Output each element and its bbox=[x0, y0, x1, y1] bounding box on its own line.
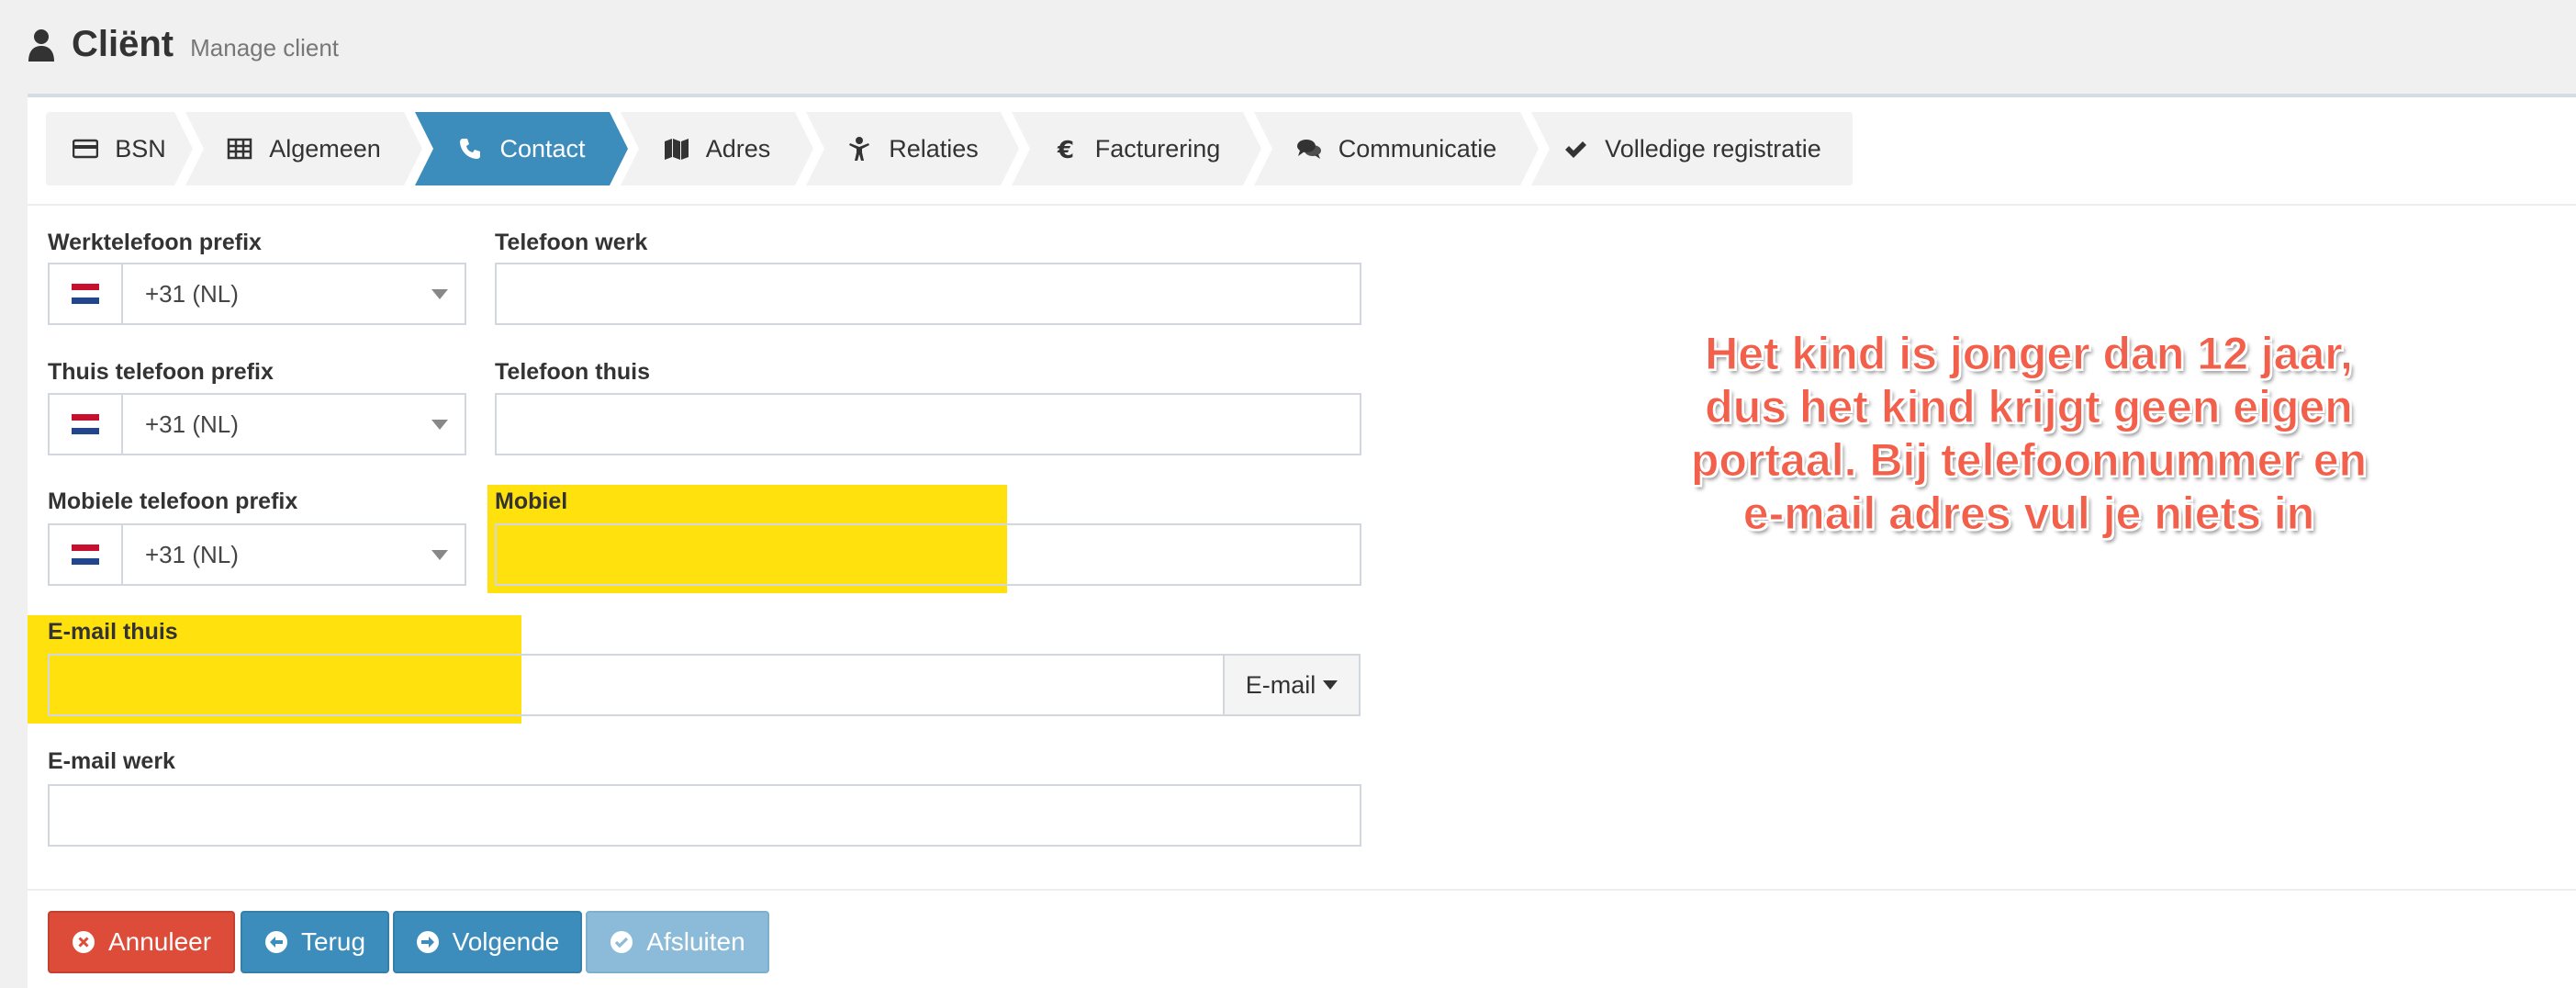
tab-label: Relaties bbox=[889, 134, 979, 163]
tab-communicatie[interactable]: Communicatie bbox=[1254, 112, 1539, 185]
caret-down-icon bbox=[431, 549, 448, 560]
select-value: +31 (NL) bbox=[145, 279, 239, 308]
tab-bsn[interactable]: BSN bbox=[46, 112, 193, 185]
phone-icon bbox=[457, 136, 483, 162]
page-title: Cliënt bbox=[72, 24, 174, 64]
caret-down-icon bbox=[1323, 680, 1338, 690]
email-type-dropdown[interactable]: E-mail bbox=[1223, 654, 1361, 716]
back-button[interactable]: Terug bbox=[241, 911, 389, 973]
credit-card-icon bbox=[73, 136, 98, 162]
tab-label: Algemeen bbox=[269, 134, 381, 163]
table-icon bbox=[227, 136, 252, 162]
times-circle-icon bbox=[72, 931, 95, 953]
label-home-phone: Telefoon thuis bbox=[495, 359, 650, 385]
check-icon bbox=[1565, 141, 1587, 158]
tab-facturering[interactable]: € Facturering bbox=[1012, 112, 1261, 185]
email-work-input[interactable] bbox=[48, 784, 1361, 847]
tab-relaties[interactable]: Relaties bbox=[806, 112, 1019, 185]
arrow-circle-left-icon bbox=[264, 931, 287, 953]
comments-icon bbox=[1296, 136, 1322, 162]
finish-button[interactable]: Afsluiten bbox=[586, 911, 769, 973]
select-value: +31 (NL) bbox=[145, 540, 239, 568]
nl-flag-icon bbox=[72, 414, 99, 434]
caret-down-icon bbox=[431, 288, 448, 299]
select-value: +31 (NL) bbox=[145, 410, 239, 438]
tab-label: Facturering bbox=[1094, 134, 1221, 163]
svg-text:€: € bbox=[1057, 137, 1074, 162]
label-mobile: Mobiel bbox=[495, 488, 568, 514]
label-home-prefix: Thuis telefoon prefix bbox=[48, 359, 274, 385]
work-phone-input[interactable] bbox=[495, 263, 1361, 325]
tab-label: Volledige registratie bbox=[1605, 134, 1821, 163]
map-icon bbox=[664, 136, 689, 162]
home-phone-input[interactable] bbox=[495, 393, 1361, 455]
wizard-steps: BSN Algemeen Contact Adres Relaties € Fa… bbox=[46, 112, 1853, 185]
euro-icon: € bbox=[1053, 136, 1079, 162]
label-email-work: E-mail werk bbox=[48, 748, 175, 774]
tab-label: Contact bbox=[499, 134, 586, 163]
caret-down-icon bbox=[431, 419, 448, 430]
work-prefix-select[interactable]: +31 (NL) bbox=[48, 263, 466, 325]
arrow-circle-right-icon bbox=[416, 931, 439, 953]
divider bbox=[28, 204, 2576, 206]
nl-flag-icon bbox=[72, 545, 99, 565]
annotation-note: Het kind is jonger dan 12 jaar, dus het … bbox=[1690, 328, 2368, 540]
label-email-home: E-mail thuis bbox=[48, 619, 178, 645]
child-icon bbox=[846, 136, 872, 162]
page-subtitle: Manage client bbox=[190, 34, 340, 62]
mobile-input[interactable] bbox=[495, 523, 1361, 586]
tab-adres[interactable]: Adres bbox=[621, 112, 813, 185]
tab-algemeen[interactable]: Algemeen bbox=[185, 112, 422, 185]
label-work-prefix: Werktelefoon prefix bbox=[48, 230, 262, 255]
user-icon bbox=[28, 28, 54, 62]
email-type-label: E-mail bbox=[1245, 670, 1316, 699]
check-circle-icon bbox=[610, 931, 633, 953]
cancel-button[interactable]: Annuleer bbox=[48, 911, 235, 973]
tab-volledige-registratie[interactable]: Volledige registratie bbox=[1531, 112, 1853, 185]
label-mobile-prefix: Mobiele telefoon prefix bbox=[48, 488, 298, 514]
label-work-phone: Telefoon werk bbox=[495, 230, 648, 255]
home-prefix-select[interactable]: +31 (NL) bbox=[48, 393, 466, 455]
divider bbox=[28, 889, 2576, 891]
page-header: Cliënt Manage client bbox=[28, 24, 339, 65]
next-button[interactable]: Volgende bbox=[393, 911, 582, 973]
email-home-input[interactable] bbox=[48, 654, 1225, 716]
nl-flag-icon bbox=[72, 284, 99, 304]
tab-label: Adres bbox=[705, 134, 771, 163]
mobile-prefix-select[interactable]: +31 (NL) bbox=[48, 523, 466, 586]
tab-label: Communicatie bbox=[1338, 134, 1497, 163]
tab-contact[interactable]: Contact bbox=[415, 112, 628, 185]
client-card: BSN Algemeen Contact Adres Relaties € Fa… bbox=[28, 94, 2576, 988]
tab-label: BSN bbox=[115, 134, 166, 163]
